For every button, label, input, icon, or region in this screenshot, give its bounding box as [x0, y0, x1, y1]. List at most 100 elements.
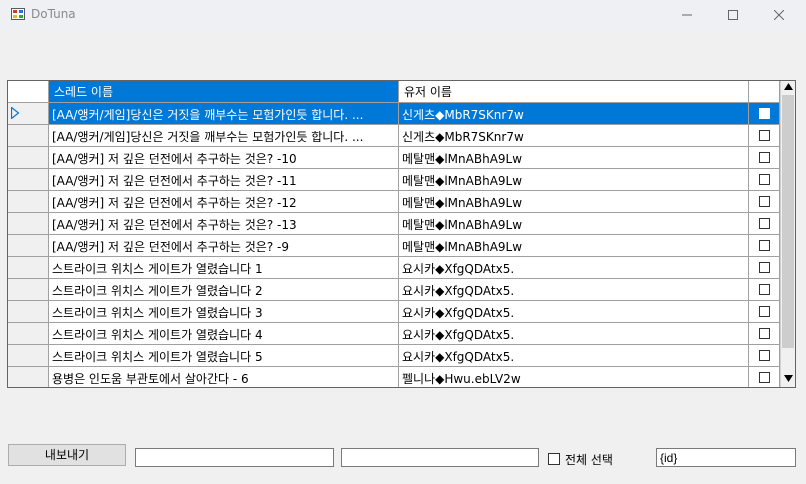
cell-select: [749, 125, 780, 147]
row-checkbox[interactable]: [759, 262, 770, 273]
cell-user-name[interactable]: 메탈맨◆lMnABhA9Lw: [399, 147, 749, 169]
table-row[interactable]: 스트라이크 위치스 게이트가 열렸습니다 4 요시카◆XfgQDAtx5.: [8, 323, 780, 345]
table-row[interactable]: [AA/앵커] 저 깊은 던전에서 추구하는 것은? -11 메탈맨◆lMnABh…: [8, 169, 780, 191]
row-checkbox[interactable]: [759, 108, 770, 119]
cell-select: [749, 367, 780, 387]
row-header[interactable]: [8, 191, 49, 213]
scroll-up-icon[interactable]: [784, 83, 793, 90]
cell-user-name[interactable]: 메탈맨◆lMnABhA9Lw: [399, 235, 749, 257]
table-row[interactable]: 스트라이크 위치스 게이트가 열렸습니다 2 요시카◆XfgQDAtx5.: [8, 279, 780, 301]
minimize-icon: [682, 14, 692, 16]
cell-thread-name[interactable]: 스트라이크 위치스 게이트가 열렸습니다 2: [49, 279, 399, 301]
table-row[interactable]: [AA/앵커] 저 깊은 던전에서 추구하는 것은? -10 메탈맨◆lMnABh…: [8, 147, 780, 169]
table-row[interactable]: [AA/앵커] 저 깊은 던전에서 추구하는 것은? -13 메탈맨◆lMnABh…: [8, 213, 780, 235]
cell-thread-name[interactable]: 스트라이크 위치스 게이트가 열렸습니다 4: [49, 323, 399, 345]
table-row[interactable]: [AA/앵커] 저 깊은 던전에서 추구하는 것은? -12 메탈맨◆lMnABh…: [8, 191, 780, 213]
cell-select: [749, 103, 780, 125]
cell-thread-name[interactable]: [AA/앵커] 저 깊은 던전에서 추구하는 것은? -13: [49, 213, 399, 235]
cell-select: [749, 279, 780, 301]
row-header[interactable]: [8, 367, 49, 387]
cell-select: [749, 213, 780, 235]
table-row[interactable]: [AA/앵커/게임]당신은 거짓을 깨부수는 모험가인듯 합니다. ... 신게츠…: [8, 125, 780, 147]
id-format-input[interactable]: [656, 448, 796, 467]
row-header[interactable]: [8, 125, 49, 147]
scroll-down-icon[interactable]: [784, 375, 793, 382]
cell-user-name[interactable]: 신게츠◆MbR7SKnr7w: [399, 103, 749, 125]
export-button[interactable]: 내보내기: [8, 444, 126, 466]
select-all-label: 전체 선택: [565, 453, 613, 467]
cell-select: [749, 235, 780, 257]
cell-select: [749, 345, 780, 367]
row-header[interactable]: [8, 301, 49, 323]
cell-thread-name[interactable]: [AA/앵커] 저 깊은 던전에서 추구하는 것은? -12: [49, 191, 399, 213]
table-row[interactable]: [AA/앵커] 저 깊은 던전에서 추구하는 것은? -9 메탈맨◆lMnABhA…: [8, 235, 780, 257]
title-bar: DoTuna: [0, 0, 806, 30]
cell-user-name[interactable]: 요시카◆XfgQDAtx5.: [399, 279, 749, 301]
cell-select: [749, 147, 780, 169]
row-checkbox[interactable]: [759, 284, 770, 295]
table-row[interactable]: 용병은 인도움 부관토에서 살아간다 - 6 펠니나◆Hwu.ebLV2w: [8, 367, 780, 387]
row-header[interactable]: [8, 169, 49, 191]
cell-thread-name[interactable]: [AA/앵커] 저 깊은 던전에서 추구하는 것은? -9: [49, 235, 399, 257]
select-all-checkbox[interactable]: [548, 453, 560, 465]
cell-thread-name[interactable]: [AA/앵커/게임]당신은 거짓을 깨부수는 모험가인듯 합니다. ...: [49, 103, 399, 125]
cell-select: [749, 257, 780, 279]
vertical-scrollbar[interactable]: [780, 81, 795, 387]
row-checkbox[interactable]: [759, 350, 770, 361]
column-header-select[interactable]: [749, 81, 780, 103]
cell-thread-name[interactable]: [AA/앵커] 저 깊은 던전에서 추구하는 것은? -10: [49, 147, 399, 169]
cell-user-name[interactable]: 요시카◆XfgQDAtx5.: [399, 345, 749, 367]
table-row[interactable]: [AA/앵커/게임]당신은 거짓을 깨부수는 모험가인듯 합니다. ... 신게츠…: [8, 103, 780, 125]
column-header-user[interactable]: 유저 이름: [399, 81, 749, 103]
table-row[interactable]: 스트라이크 위치스 게이트가 열렸습니다 5 요시카◆XfgQDAtx5.: [8, 345, 780, 367]
cell-select: [749, 169, 780, 191]
row-header[interactable]: [8, 213, 49, 235]
table-row[interactable]: 스트라이크 위치스 게이트가 열렸습니다 3 요시카◆XfgQDAtx5.: [8, 301, 780, 323]
row-header[interactable]: [8, 257, 49, 279]
cell-thread-name[interactable]: 스트라이크 위치스 게이트가 열렸습니다 5: [49, 345, 399, 367]
row-checkbox[interactable]: [759, 196, 770, 207]
row-header[interactable]: [8, 147, 49, 169]
cell-user-name[interactable]: 요시카◆XfgQDAtx5.: [399, 301, 749, 323]
app-icon: [11, 8, 25, 20]
cell-thread-name[interactable]: 스트라이크 위치스 게이트가 열렸습니다 1: [49, 257, 399, 279]
minimize-button[interactable]: [664, 0, 710, 30]
cell-thread-name[interactable]: 용병은 인도움 부관토에서 살아간다 - 6: [49, 367, 399, 387]
scroll-thumb[interactable]: [782, 95, 794, 348]
table-row[interactable]: 스트라이크 위치스 게이트가 열렸습니다 1 요시카◆XfgQDAtx5.: [8, 257, 780, 279]
current-row-arrow-icon: [11, 107, 19, 119]
cell-thread-name[interactable]: 스트라이크 위치스 게이트가 열렸습니다 3: [49, 301, 399, 323]
cell-user-name[interactable]: 요시카◆XfgQDAtx5.: [399, 323, 749, 345]
cell-user-name[interactable]: 신게츠◆MbR7SKnr7w: [399, 125, 749, 147]
row-checkbox[interactable]: [759, 306, 770, 317]
row-checkbox[interactable]: [759, 174, 770, 185]
text-input-1[interactable]: [135, 448, 334, 467]
maximize-icon: [728, 10, 738, 20]
cell-user-name[interactable]: 메탈맨◆lMnABhA9Lw: [399, 169, 749, 191]
cell-thread-name[interactable]: [AA/앵커] 저 깊은 던전에서 추구하는 것은? -11: [49, 169, 399, 191]
cell-thread-name[interactable]: [AA/앵커/게임]당신은 거짓을 깨부수는 모험가인듯 합니다. ...: [49, 125, 399, 147]
cell-user-name[interactable]: 메탈맨◆lMnABhA9Lw: [399, 191, 749, 213]
cell-select: [749, 323, 780, 345]
row-checkbox[interactable]: [759, 130, 770, 141]
row-header[interactable]: [8, 323, 49, 345]
close-button[interactable]: [756, 0, 802, 30]
cell-user-name[interactable]: 메탈맨◆lMnABhA9Lw: [399, 213, 749, 235]
row-header[interactable]: [8, 235, 49, 257]
column-header-thread[interactable]: 스레드 이름: [49, 81, 399, 103]
window-title: DoTuna: [31, 7, 76, 21]
text-input-2[interactable]: [341, 448, 539, 467]
app-window: DoTuna 스레드 이름 유저 이름 [AA/앵커/게임]당신은 거짓을 깨부…: [0, 0, 806, 484]
cell-user-name[interactable]: 요시카◆XfgQDAtx5.: [399, 257, 749, 279]
row-checkbox[interactable]: [759, 218, 770, 229]
row-header[interactable]: [8, 279, 49, 301]
row-header[interactable]: [8, 103, 49, 125]
row-checkbox[interactable]: [759, 328, 770, 339]
maximize-button[interactable]: [710, 0, 756, 30]
cell-user-name[interactable]: 펠니나◆Hwu.ebLV2w: [399, 367, 749, 387]
thread-grid[interactable]: 스레드 이름 유저 이름 [AA/앵커/게임]당신은 거짓을 깨부수는 모험가인…: [7, 80, 796, 388]
row-checkbox[interactable]: [759, 240, 770, 251]
row-checkbox[interactable]: [759, 152, 770, 163]
row-checkbox[interactable]: [759, 372, 770, 383]
row-header[interactable]: [8, 345, 49, 367]
